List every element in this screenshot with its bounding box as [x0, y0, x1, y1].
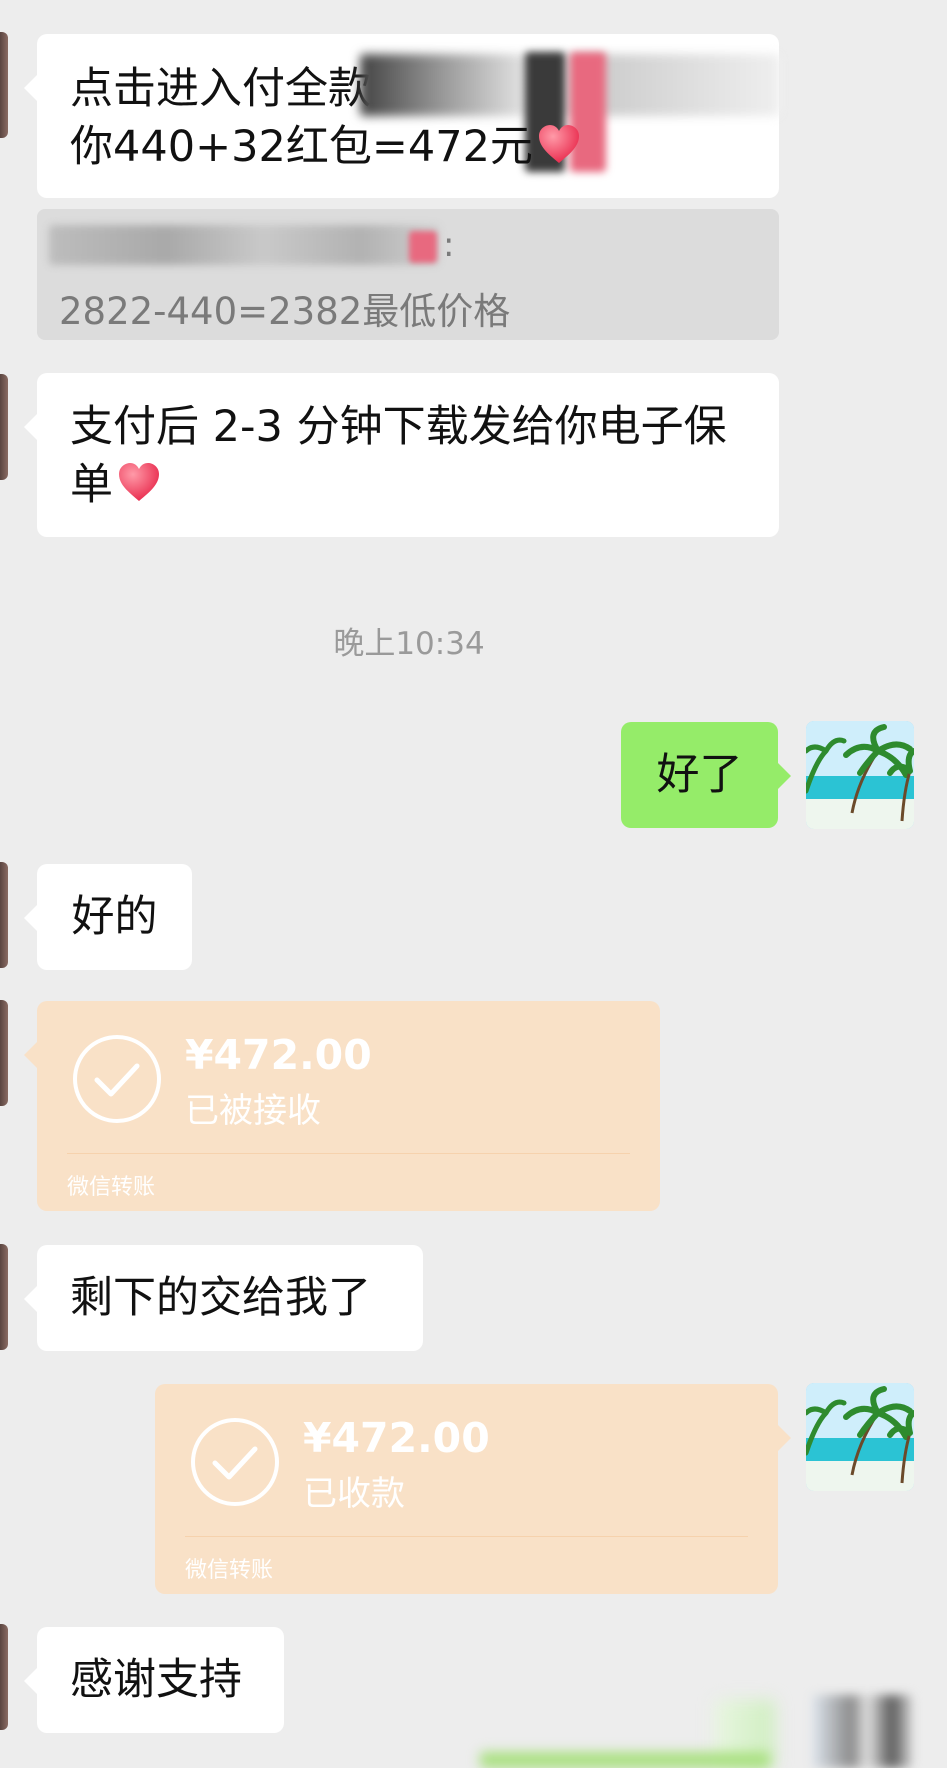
message-text: 好了 — [656, 750, 743, 800]
transfer-card-accepted[interactable]: ¥472.00 已被接收 微信转账 — [24, 1001, 660, 1211]
transfer-amount: ¥472.00 — [185, 1031, 372, 1079]
message-text: 单 — [70, 460, 113, 510]
quoted-message[interactable]: : 2822-440=2382最低价格 — [37, 209, 779, 340]
timestamp: 晚上10:34 — [333, 626, 485, 662]
contact-avatar[interactable] — [0, 1624, 8, 1730]
transfer-status: 已收款 — [303, 1474, 405, 1514]
transfer-label: 微信转账 — [67, 1175, 156, 1200]
redacted-name — [409, 231, 437, 263]
contact-avatar[interactable] — [0, 862, 8, 968]
check-circle-icon — [189, 1416, 281, 1508]
contact-avatar[interactable] — [0, 1000, 8, 1106]
transfer-card-received[interactable]: ¥472.00 已收款 微信转账 — [155, 1384, 791, 1594]
divider — [185, 1536, 748, 1537]
message-bubble-incoming[interactable]: 剩下的交给我了 — [24, 1245, 423, 1351]
redacted-block — [812, 1695, 912, 1768]
message-text: 剩下的交给我了 — [70, 1273, 371, 1323]
message-bubble-incoming[interactable]: 好的 — [24, 864, 192, 970]
message-bubble-outgoing[interactable]: 好了 — [621, 722, 791, 828]
transfer-status: 已被接收 — [185, 1091, 321, 1131]
contact-avatar[interactable] — [0, 32, 8, 138]
message-text: 感谢支持 — [70, 1655, 242, 1705]
message-bubble-incoming[interactable]: 支付后 2-3 分钟下载发给你电子保 单 — [24, 373, 779, 537]
message-bubble-incoming[interactable]: 点击进入付全款 你440+32红包=472元 — [24, 34, 780, 198]
message-text: 好的 — [71, 892, 158, 942]
check-circle-icon — [71, 1033, 163, 1125]
message-text: 你440+32红包=472元 — [70, 122, 533, 172]
message-text: 支付后 2-3 分钟下载发给你电子保 — [70, 402, 727, 452]
message-text: 点击进入付全款 — [70, 64, 371, 114]
message-bubble-incoming[interactable]: 感谢支持 — [24, 1627, 284, 1733]
contact-avatar[interactable] — [0, 1244, 8, 1350]
beach-palm-avatar[interactable] — [806, 721, 914, 829]
beach-palm-avatar[interactable] — [806, 1383, 914, 1491]
quoted-text: 2822-440=2382最低价格 — [59, 290, 511, 333]
redacted-name — [49, 225, 439, 265]
contact-avatar[interactable] — [0, 374, 8, 480]
transfer-label: 微信转账 — [185, 1558, 274, 1583]
quote-colon: : — [443, 225, 455, 265]
heart-emoji-icon — [537, 123, 581, 167]
redacted-block — [480, 1752, 770, 1768]
heart-emoji-icon — [117, 461, 161, 505]
divider — [67, 1153, 630, 1154]
transfer-amount: ¥472.00 — [303, 1414, 490, 1462]
